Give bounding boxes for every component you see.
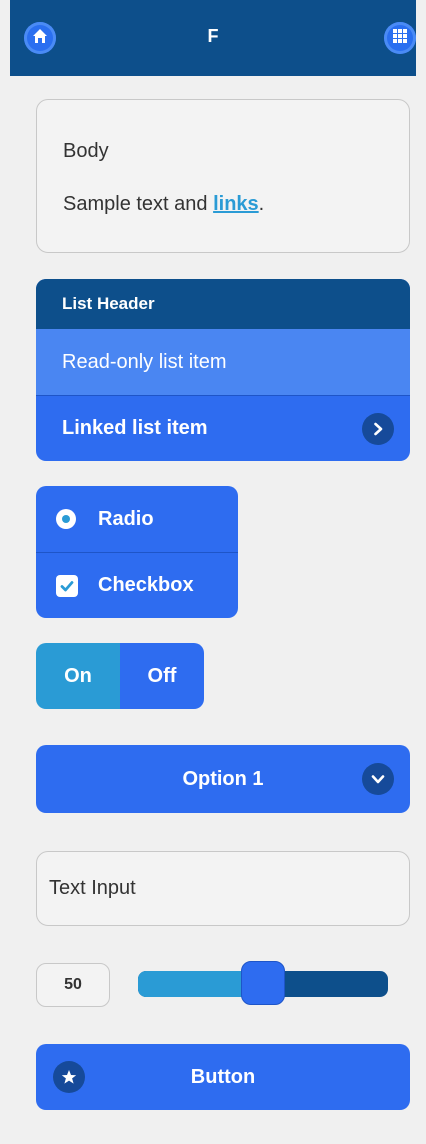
radio-label: Radio	[98, 507, 154, 530]
checkbox-checked-icon	[56, 574, 78, 597]
body-text: Sample text and links.	[63, 193, 264, 216]
list-item-linked[interactable]: Linked list item	[36, 395, 410, 461]
page: F Body Sample text and links. List Heade…	[0, 0, 426, 1144]
radio-option[interactable]: Radio	[36, 486, 238, 552]
listview: List Header Read-only list item Linked l…	[36, 279, 410, 461]
star-icon	[53, 1061, 85, 1093]
checkbox-option[interactable]: Checkbox	[36, 552, 238, 618]
list-item-label: Linked list item	[62, 417, 208, 439]
body-card: Body Sample text and links.	[36, 99, 410, 253]
slider-track[interactable]	[138, 961, 388, 1005]
slider-value-input[interactable]: 50	[36, 963, 110, 1007]
body-text-suffix: .	[258, 193, 265, 215]
slider-handle[interactable]	[241, 961, 285, 1005]
chevron-right-icon	[362, 413, 394, 445]
controlgroup-radio-checkbox: Radio Checkbox	[36, 486, 238, 618]
radio-selected-icon	[56, 509, 76, 529]
select-value: Option 1	[182, 767, 264, 790]
toggle-on[interactable]: On	[36, 643, 120, 709]
list-item-read-only: Read-only list item	[36, 329, 410, 395]
text-input[interactable]	[36, 851, 410, 926]
checkbox-label: Checkbox	[98, 574, 194, 596]
body-text-prefix: Sample text and	[63, 193, 214, 215]
list-item-label: Read-only list item	[62, 350, 227, 373]
grid-icon	[392, 28, 408, 49]
page-title: F	[207, 26, 219, 46]
header-bar: F	[10, 0, 416, 76]
toggle-off[interactable]: Off	[120, 643, 204, 709]
list-header: List Header	[36, 279, 410, 329]
body-title: Body	[63, 140, 109, 162]
chevron-down-icon	[362, 763, 394, 795]
flip-switch[interactable]: On Off	[36, 643, 204, 709]
button-label: Button	[190, 1065, 256, 1088]
select-menu[interactable]: Option 1	[36, 745, 410, 813]
body-link[interactable]: links	[213, 193, 259, 215]
star-button[interactable]: Button	[36, 1044, 410, 1110]
grid-button[interactable]	[384, 22, 416, 54]
